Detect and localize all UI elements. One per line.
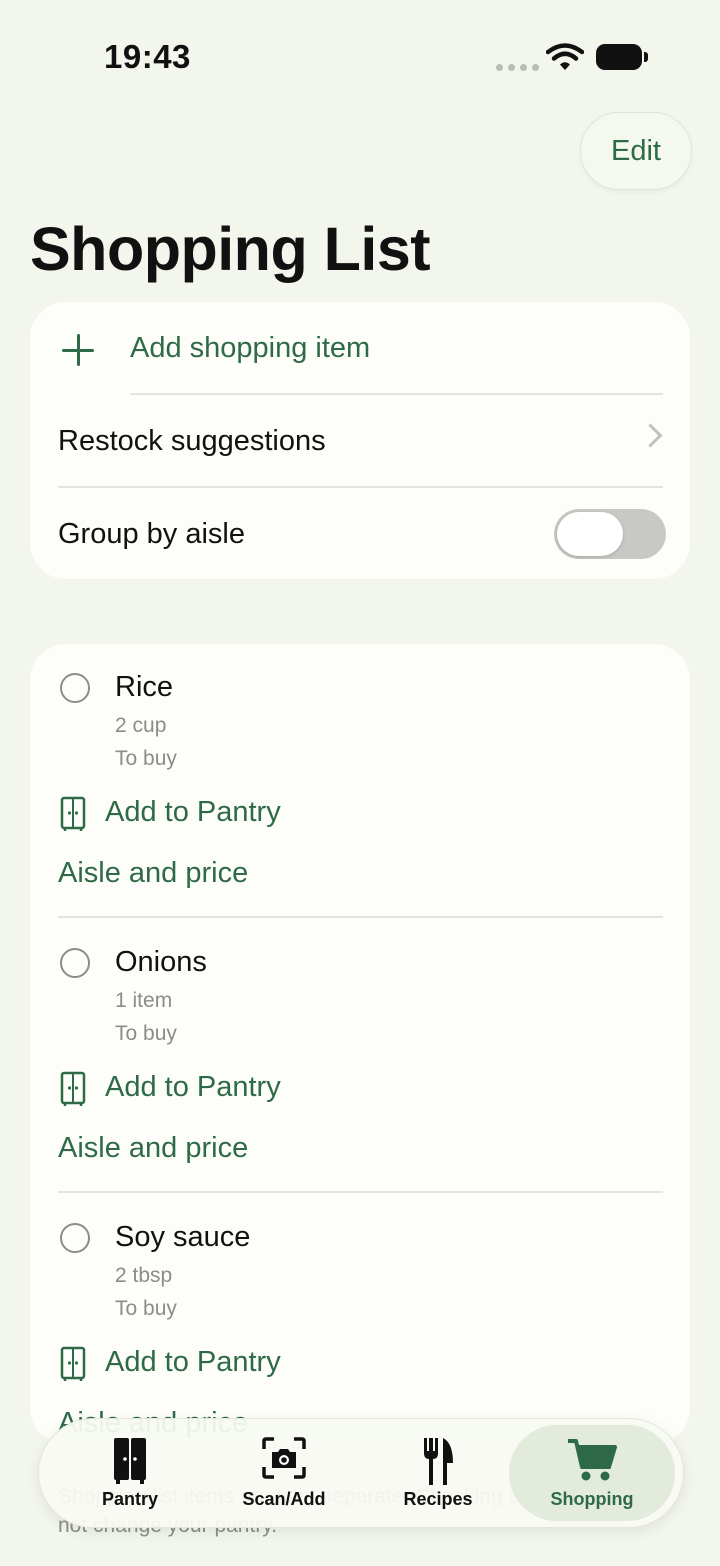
plus-icon (62, 334, 94, 366)
battery-icon (596, 44, 648, 70)
tab-recipes[interactable]: Recipes (363, 1419, 513, 1527)
restock-suggestions-row[interactable]: Restock suggestions (30, 395, 690, 487)
pantry-cabinet-icon (60, 796, 86, 831)
restock-suggestions-label: Restock suggestions (58, 424, 326, 457)
divider (58, 916, 663, 918)
tab-label: Shopping (550, 1489, 634, 1509)
status-time: 19:43 (104, 38, 191, 75)
page-title: Shopping List (30, 215, 431, 283)
tab-scan-add[interactable]: Scan/Add (209, 1419, 359, 1527)
list-item: Soy sauce 2 tbsp To buy Add to Pantry Ai… (30, 1194, 690, 1444)
group-by-aisle-label: Group by aisle (58, 517, 245, 550)
camera-scan-icon (262, 1437, 306, 1479)
group-by-aisle-toggle[interactable] (554, 509, 666, 559)
item-quantity: 1 item (115, 989, 173, 1012)
pantry-cabinet-icon (60, 1346, 86, 1381)
edit-button[interactable]: Edit (580, 112, 692, 190)
checkbox-circle-icon[interactable] (60, 673, 90, 703)
shopping-list-card: Rice 2 cup To buy Add to Pantry Aisle an… (30, 644, 690, 1444)
checkbox-circle-icon[interactable] (60, 1223, 90, 1253)
chevron-right-icon (638, 423, 663, 448)
divider (58, 1191, 663, 1193)
item-status: To buy (115, 747, 177, 770)
item-quantity: 2 cup (115, 714, 167, 737)
list-item: Rice 2 cup To buy Add to Pantry Aisle an… (30, 644, 690, 919)
add-to-pantry-button[interactable]: Add to Pantry (105, 1071, 281, 1104)
pantry-cabinet-icon (60, 1071, 86, 1106)
item-name[interactable]: Soy sauce (115, 1221, 250, 1254)
item-quantity: 2 tbsp (115, 1264, 173, 1287)
tab-pantry[interactable]: Pantry (55, 1419, 205, 1527)
checkbox-circle-icon[interactable] (60, 948, 90, 978)
add-shopping-item-row[interactable]: Add shopping item (30, 302, 690, 394)
aisle-and-price-button[interactable]: Aisle and price (58, 1132, 248, 1165)
pantry-cabinet-icon (114, 1438, 146, 1484)
item-status: To buy (115, 1297, 177, 1320)
toggle-knob (557, 512, 623, 556)
tab-label: Recipes (403, 1489, 473, 1509)
cellular-signal-icon (496, 64, 539, 71)
add-shopping-item-label: Add shopping item (130, 331, 371, 364)
tab-bar: Pantry Scan/Add Recipes Shopping (38, 1418, 684, 1528)
fork-knife-icon (424, 1438, 453, 1485)
item-name[interactable]: Rice (115, 671, 173, 704)
shopping-cart-icon (568, 1439, 617, 1481)
add-to-pantry-button[interactable]: Add to Pantry (105, 1346, 281, 1379)
aisle-and-price-button[interactable]: Aisle and price (58, 857, 248, 890)
tab-label: Scan/Add (242, 1489, 326, 1509)
add-to-pantry-button[interactable]: Add to Pantry (105, 796, 281, 829)
status-bar: 19:43 (0, 0, 720, 110)
item-status: To buy (115, 1022, 177, 1045)
item-name[interactable]: Onions (115, 946, 207, 979)
controls-card: Add shopping item Restock suggestions Gr… (30, 302, 690, 579)
list-item: Onions 1 item To buy Add to Pantry Aisle… (30, 919, 690, 1194)
tab-shopping[interactable]: Shopping (509, 1425, 675, 1521)
tab-label: Pantry (101, 1489, 159, 1509)
wifi-icon (546, 43, 584, 70)
